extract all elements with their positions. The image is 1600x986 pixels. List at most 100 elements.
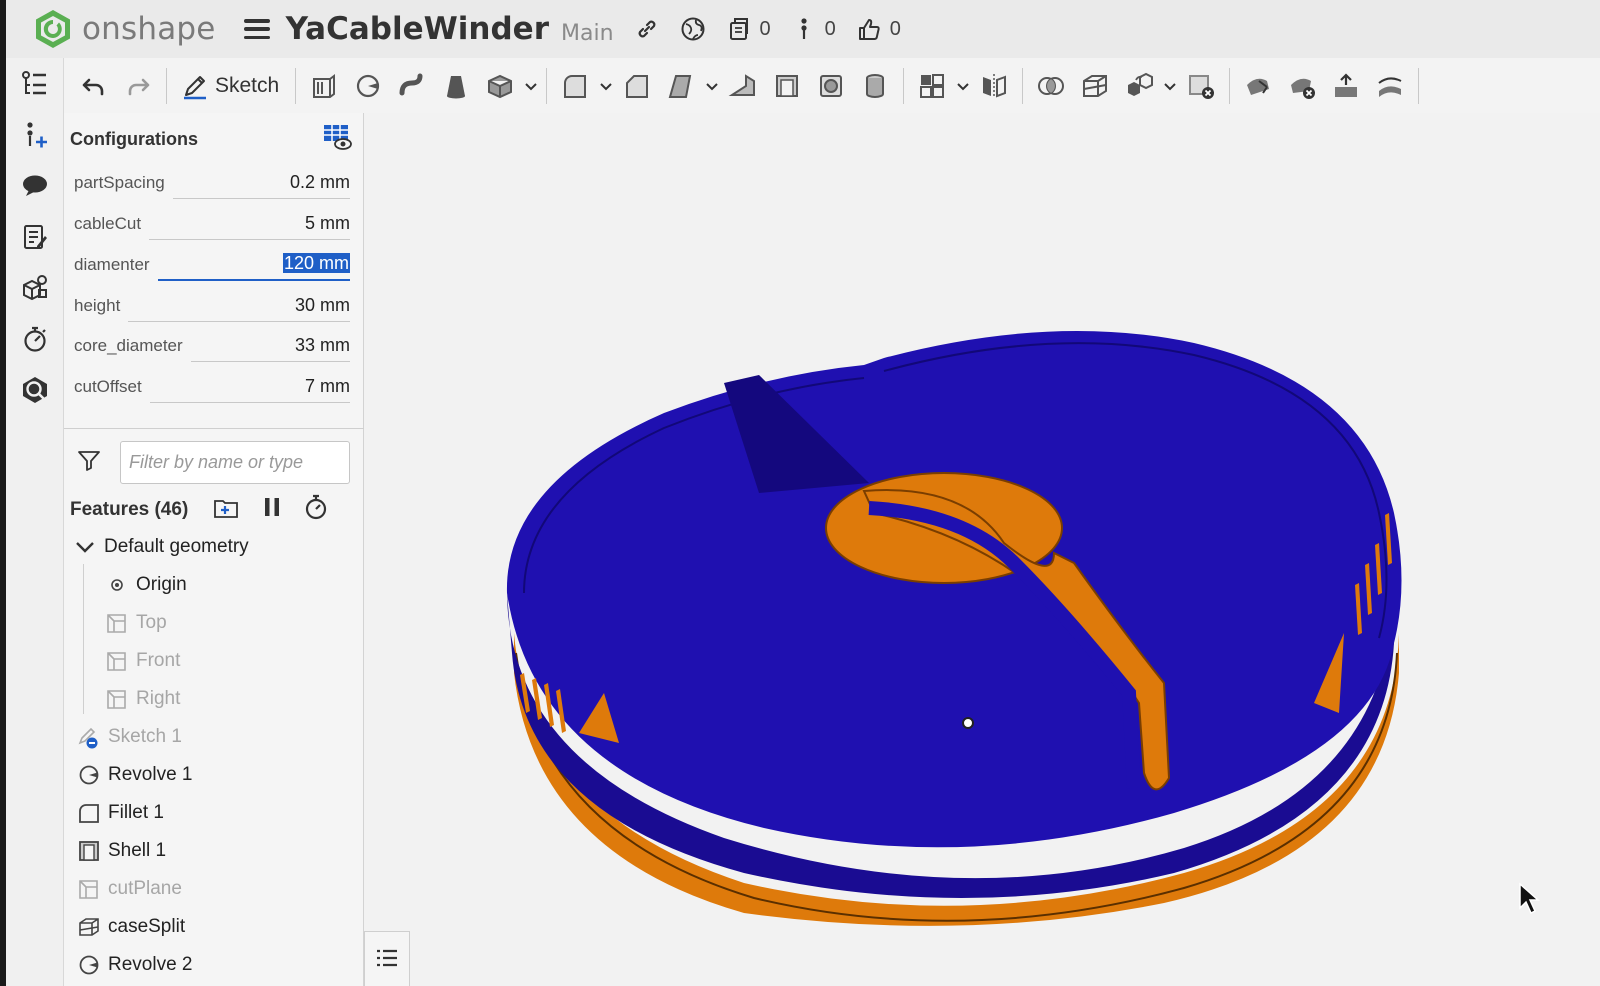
chevron-down-icon <box>1164 82 1176 90</box>
undo-icon <box>82 78 104 95</box>
undo-button[interactable] <box>72 66 116 106</box>
like-icon[interactable]: 0 <box>856 16 901 42</box>
shell-icon <box>76 838 102 864</box>
tree-item-revolve-2[interactable]: Revolve 2 <box>76 947 193 983</box>
config-row-height[interactable]: height 30 mm <box>74 288 350 322</box>
transform-button[interactable] <box>1117 66 1161 106</box>
revolve-button[interactable] <box>346 66 390 106</box>
mirror-button[interactable] <box>972 66 1016 106</box>
tree-label: Sketch 1 <box>108 726 182 747</box>
config-value[interactable]: 5 mm <box>149 213 350 240</box>
stopwatch-icon[interactable] <box>6 313 64 364</box>
feature-list-toggle[interactable] <box>364 931 410 986</box>
tree-item-fillet-1[interactable]: Fillet 1 <box>76 795 164 831</box>
menu-icon[interactable] <box>243 19 270 39</box>
boolean-icon <box>1038 76 1065 95</box>
move-face-icon <box>1247 78 1270 95</box>
pattern-button[interactable] <box>910 66 954 106</box>
sketch-hidden-icon <box>76 724 102 750</box>
config-value[interactable]: 30 mm <box>128 295 350 322</box>
thicken-button[interactable] <box>478 66 522 106</box>
config-row-partspacing[interactable]: partSpacing 0.2 mm <box>74 165 350 199</box>
hole-button[interactable] <box>809 66 853 106</box>
config-value[interactable]: 33 mm <box>190 335 350 362</box>
sweep-button[interactable] <box>390 66 434 106</box>
tree-item-revolve-1[interactable]: Revolve 1 <box>76 757 193 793</box>
onshape-logo[interactable]: onshape <box>32 8 216 50</box>
fillet-dropdown[interactable] <box>597 79 615 93</box>
rebuild-timer-button[interactable] <box>302 493 330 526</box>
configuration-table-icon[interactable] <box>322 123 352 156</box>
branches-icon[interactable]: 0 <box>791 16 836 42</box>
thicken-dropdown[interactable] <box>522 79 540 93</box>
boolean-button[interactable] <box>1029 66 1073 106</box>
delete-part-icon <box>1189 74 1215 99</box>
config-value-input[interactable]: 120 mm <box>157 253 350 281</box>
chevron-down-icon <box>600 82 612 90</box>
split-icon <box>1083 74 1108 97</box>
cylinder-button[interactable] <box>853 66 897 106</box>
shell-button[interactable] <box>765 66 809 106</box>
tree-item-right-plane[interactable]: Right <box>104 681 180 717</box>
config-row-cablecut[interactable]: cableCut 5 mm <box>74 206 350 240</box>
tree-item-shell-1[interactable]: Shell 1 <box>76 833 166 869</box>
tree-item-origin[interactable]: Origin <box>104 567 187 603</box>
toolbar-divider <box>1022 67 1024 104</box>
parts-icon[interactable] <box>6 262 64 313</box>
tree-item-front-plane[interactable]: Front <box>104 643 180 679</box>
tree-label: Front <box>136 650 181 671</box>
tree-item-sketch-1[interactable]: Sketch 1 <box>76 719 182 755</box>
filter-input[interactable] <box>120 440 350 484</box>
delete-part-button[interactable] <box>1179 66 1223 106</box>
chevron-down-icon[interactable] <box>72 534 98 560</box>
versions-icon[interactable]: 0 <box>726 16 771 42</box>
config-label: cutOffset <box>74 377 142 396</box>
split-button[interactable] <box>1073 66 1117 106</box>
document-title[interactable]: YaCableWinder <box>286 11 549 47</box>
feature-list-icon[interactable] <box>6 58 64 109</box>
draft-button[interactable] <box>659 66 703 106</box>
config-value[interactable]: 7 mm <box>149 376 350 403</box>
config-row-core-diameter[interactable]: core_diameter 33 mm <box>74 328 350 362</box>
chamfer-button[interactable] <box>615 66 659 106</box>
delete-face-icon <box>1291 78 1316 99</box>
replace-face-button[interactable] <box>1324 66 1368 106</box>
extrude-icon <box>313 73 336 98</box>
tree-item-default-geometry[interactable]: Default geometry <box>72 529 249 565</box>
transform-dropdown[interactable] <box>1161 79 1179 93</box>
chevron-down-icon <box>957 82 969 90</box>
draft-dropdown[interactable] <box>703 79 721 93</box>
link-icon[interactable] <box>634 16 660 42</box>
delete-face-button[interactable] <box>1280 66 1324 106</box>
insert-icon[interactable] <box>6 109 64 160</box>
filter-icon[interactable] <box>76 447 102 478</box>
notes-icon[interactable] <box>6 211 64 262</box>
redo-button[interactable] <box>116 66 160 106</box>
config-row-cutoffset[interactable]: cutOffset 7 mm <box>74 369 350 403</box>
extrude-button[interactable] <box>302 66 346 106</box>
tree-item-top-plane[interactable]: Top <box>104 605 167 641</box>
pause-button[interactable] <box>258 493 286 526</box>
cable-winder-model[interactable] <box>364 113 1600 986</box>
tree-item-cutplane[interactable]: cutPlane <box>76 871 182 907</box>
comments-icon[interactable] <box>6 160 64 211</box>
fillet-button[interactable] <box>553 66 597 106</box>
config-row-diamenter[interactable]: diamenter 120 mm <box>74 247 350 281</box>
analysis-icon[interactable] <box>6 364 64 415</box>
move-face-button[interactable] <box>1236 66 1280 106</box>
loft-button[interactable] <box>434 66 478 106</box>
sketch-button[interactable]: Sketch <box>173 72 289 100</box>
graphics-viewport[interactable] <box>364 113 1600 986</box>
offset-surface-button[interactable] <box>1368 66 1412 106</box>
branch-label[interactable]: Main <box>561 21 614 46</box>
tree-item-casesplit[interactable]: caseSplit <box>76 909 185 945</box>
pattern-dropdown[interactable] <box>954 79 972 93</box>
rib-button[interactable] <box>721 66 765 106</box>
config-value[interactable]: 0.2 mm <box>172 172 350 199</box>
tree-label: Top <box>136 612 167 633</box>
thicken-icon <box>488 74 513 98</box>
add-folder-button[interactable] <box>212 493 240 526</box>
globe-icon[interactable] <box>680 16 706 42</box>
sweep-icon <box>399 73 423 95</box>
tree-label: Right <box>136 688 181 709</box>
